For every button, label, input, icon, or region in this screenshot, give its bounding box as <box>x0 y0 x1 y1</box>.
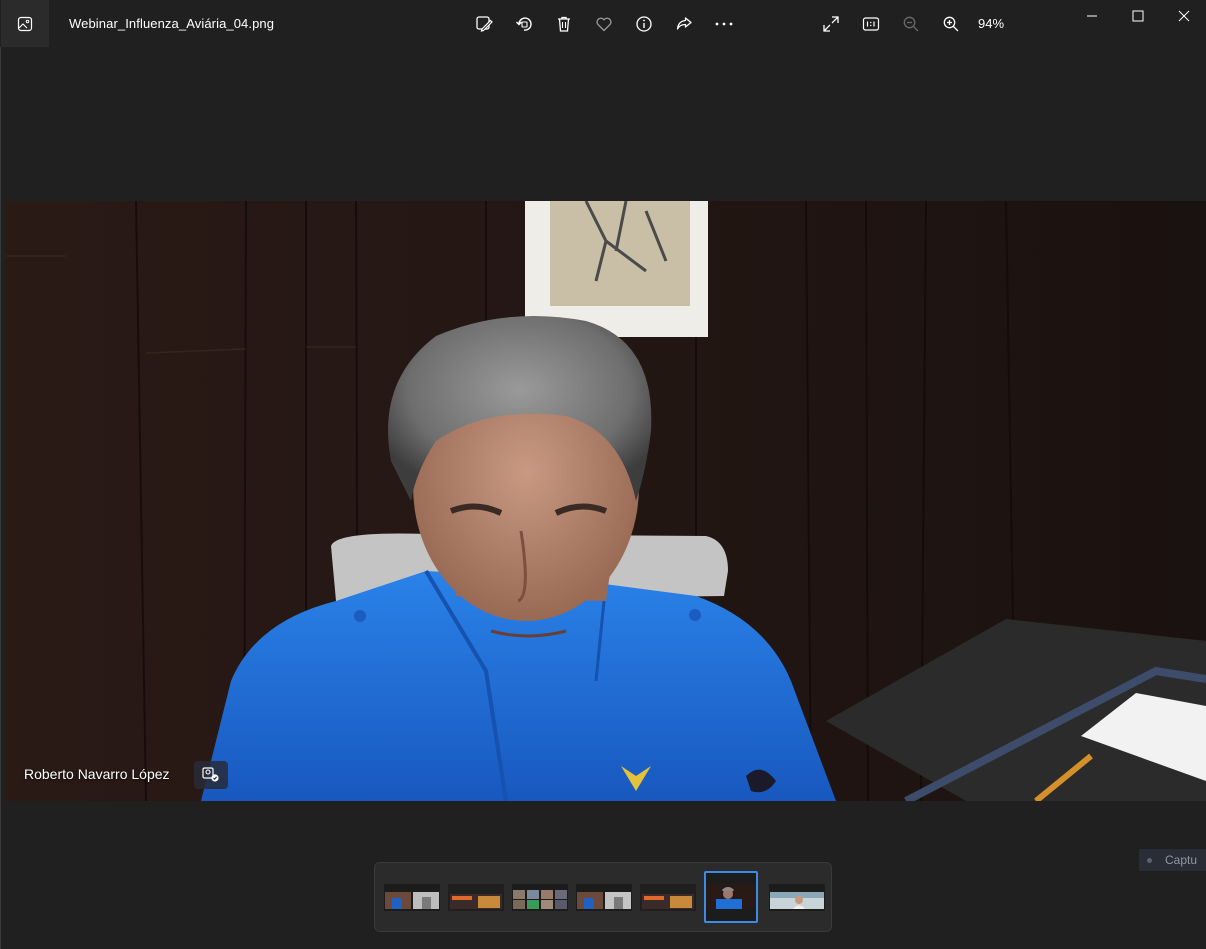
favorite-button[interactable] <box>592 12 616 36</box>
maximize-button[interactable] <box>1115 0 1161 32</box>
actual-size-button[interactable] <box>859 12 883 36</box>
edit-image-icon <box>476 16 493 32</box>
actual-size-icon <box>862 17 880 31</box>
minimize-icon <box>1087 15 1097 17</box>
filmstrip-thumbnail-selected[interactable] <box>704 871 758 923</box>
filmstrip-thumbnail[interactable] <box>640 884 696 911</box>
capture-dot-icon <box>1147 857 1152 863</box>
expand-icon <box>823 16 839 32</box>
filmstrip <box>374 862 832 932</box>
heart-icon <box>596 17 612 32</box>
participant-options-button <box>194 761 228 789</box>
filmstrip-thumbnail[interactable] <box>448 884 504 911</box>
filmstrip-thumbnail[interactable] <box>384 884 440 911</box>
window-border <box>0 47 1 949</box>
filmstrip-thumbnail[interactable] <box>512 884 568 911</box>
file-info-button[interactable] <box>632 12 656 36</box>
filmstrip-thumbnail[interactable] <box>769 884 825 911</box>
delete-button[interactable] <box>552 12 576 36</box>
filmstrip-thumbnail[interactable] <box>576 884 632 911</box>
photo-icon <box>17 16 33 31</box>
minimize-button[interactable] <box>1069 0 1115 32</box>
see-more-button[interactable] <box>712 12 736 36</box>
capture-notification[interactable]: Captu <box>1139 849 1206 871</box>
rotate-button[interactable] <box>512 12 536 36</box>
close-button[interactable] <box>1161 0 1206 32</box>
maximize-icon <box>1132 10 1144 22</box>
edit-image-button[interactable] <box>472 12 496 36</box>
zoom-out-button[interactable] <box>899 12 923 36</box>
rotate-icon <box>516 17 532 31</box>
capture-label: Captu <box>1165 853 1198 867</box>
zoom-in-icon <box>943 16 959 32</box>
more-icon <box>715 22 733 26</box>
zoom-in-button[interactable] <box>939 12 963 36</box>
trash-icon <box>558 16 570 32</box>
participant-name: Roberto Navarro López <box>24 766 170 782</box>
full-screen-button[interactable] <box>819 12 843 36</box>
zoom-out-icon <box>903 16 919 32</box>
info-icon <box>636 16 652 32</box>
photos-app-icon[interactable] <box>1 0 49 47</box>
close-icon <box>1178 10 1190 22</box>
video-call-photo <box>6 201 1206 801</box>
file-name: Webinar_Influenza_Aviária_04.png <box>69 16 275 31</box>
photo-viewer-image[interactable] <box>6 201 1206 801</box>
share-icon <box>676 17 692 30</box>
zoom-level[interactable]: 94% <box>978 16 1004 31</box>
share-button[interactable] <box>672 12 696 36</box>
title-bar: Webinar_Influenza_Aviária_04.png 94% <box>0 0 1206 47</box>
participant-options-icon <box>202 767 219 782</box>
